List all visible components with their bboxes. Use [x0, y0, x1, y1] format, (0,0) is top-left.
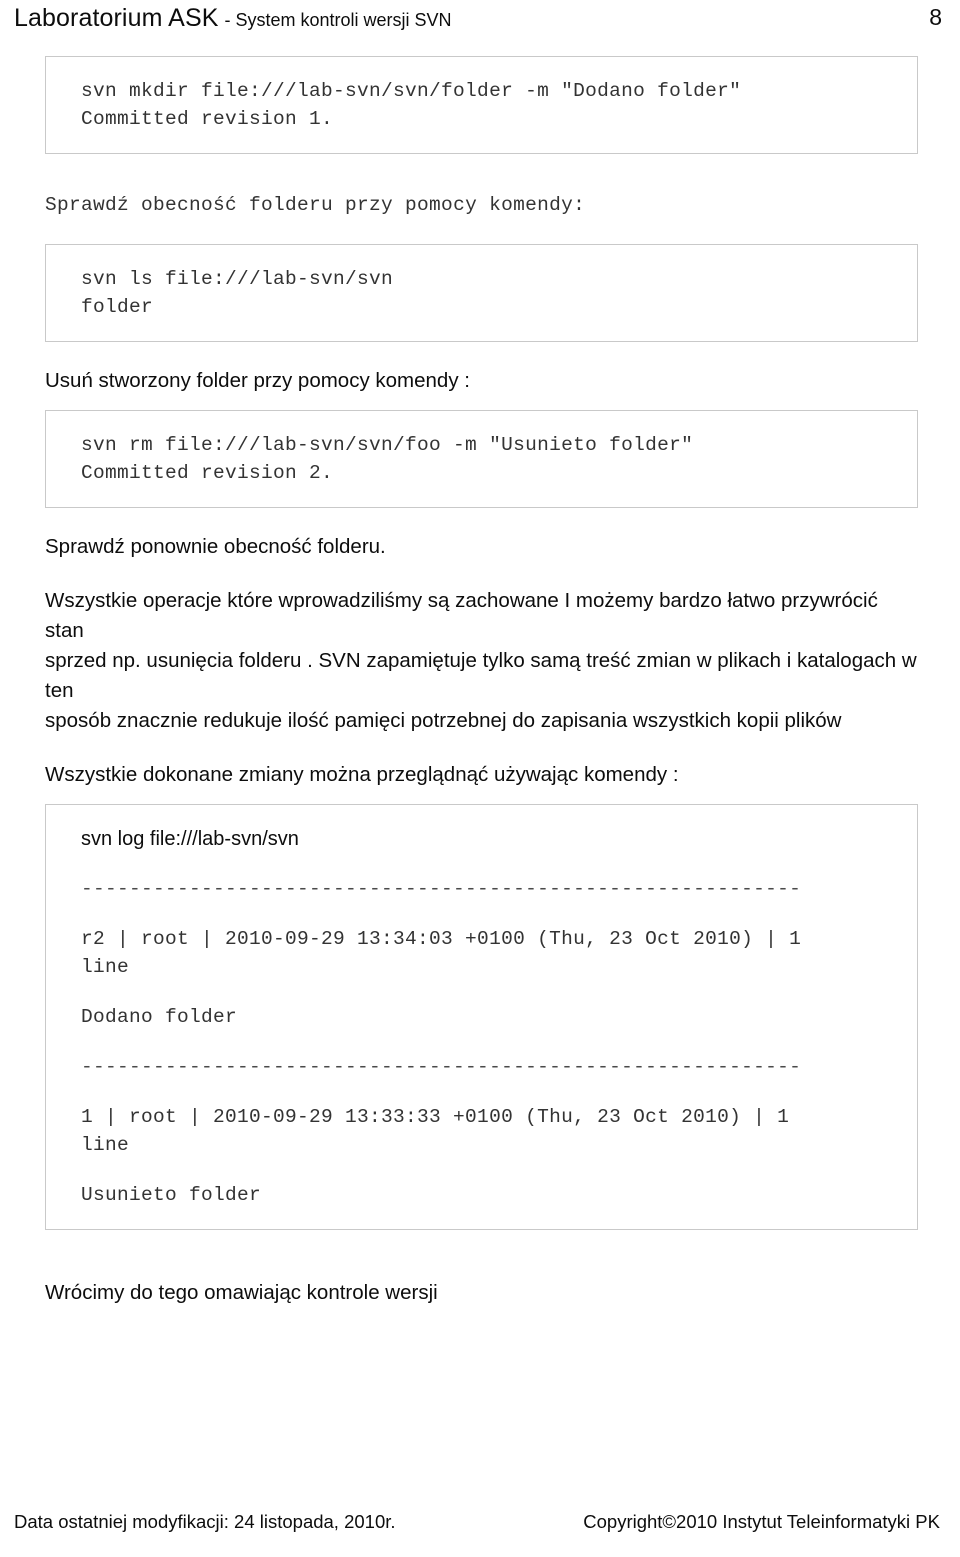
log-entry-message: Usunieto folder: [81, 1184, 262, 1206]
explanation-paragraph: Wszystkie operacje które wprowadziliśmy …: [45, 586, 918, 736]
log-entry-header: r2 | root | 2010-09-29 13:34:03 +0100 (T…: [81, 928, 802, 950]
instruction-view-log: Wszystkie dokonane zmiany można przegląd…: [45, 763, 679, 786]
page-number: 8: [929, 4, 942, 30]
code-line: svn ls file:///lab-svn/svn: [81, 268, 394, 290]
footer-copyright: Copyright©2010 Instytut Teleinformatyki …: [583, 1511, 940, 1532]
code-line: svn mkdir file:///lab-svn/svn/folder -m …: [81, 80, 742, 102]
closing-note: Wrócimy do tego omawiając kontrole wersj…: [45, 1281, 438, 1304]
document-content: svn mkdir file:///lab-svn/svn/folder -m …: [0, 56, 960, 1308]
footer-last-modified: Data ostatniej modyfikacji: 24 listopada…: [14, 1511, 396, 1532]
instruction-check-folder: Sprawdź obecność folderu przy pomocy kom…: [45, 194, 586, 216]
log-separator: ----------------------------------------…: [81, 1056, 802, 1078]
log-entry-header-wrap: line: [81, 956, 130, 978]
code-block-log: svn log file:///lab-svn/svn ------------…: [45, 804, 918, 1230]
explanation-line: sposób znacznie redukuje ilość pamięci p…: [45, 709, 842, 732]
log-entry-header: 1 | root | 2010-09-29 13:33:33 +0100 (Th…: [81, 1106, 790, 1128]
instruction-remove-folder: Usuń stworzony folder przy pomocy komend…: [45, 369, 470, 392]
page-footer: Data ostatniej modyfikacji: 24 listopada…: [0, 1497, 960, 1557]
code-block-rm: svn rm file:///lab-svn/svn/foo -m "Usuni…: [45, 410, 918, 508]
page-title: Laboratorium ASK: [14, 4, 219, 32]
explanation-line: sprzed np. usunięcia folderu . SVN zapam…: [45, 649, 917, 702]
code-line: svn rm file:///lab-svn/svn/foo -m "Usuni…: [81, 434, 694, 456]
header-title-group: Laboratorium ASK - System kontroli wersj…: [14, 4, 452, 33]
page-subtitle: - System kontroli wersji SVN: [224, 10, 452, 30]
instruction-check-again: Sprawdź ponownie obecność folderu.: [45, 535, 386, 558]
code-block-mkdir: svn mkdir file:///lab-svn/svn/folder -m …: [45, 56, 918, 154]
code-line: Committed revision 1.: [81, 108, 334, 130]
log-separator: ----------------------------------------…: [81, 878, 802, 900]
log-entry-message: Dodano folder: [81, 1006, 238, 1028]
log-entry-header-wrap: line: [81, 1134, 130, 1156]
explanation-line: Wszystkie operacje które wprowadziliśmy …: [45, 589, 878, 642]
code-line: svn log file:///lab-svn/svn: [81, 828, 299, 850]
code-line: folder: [81, 296, 154, 318]
code-block-ls: svn ls file:///lab-svn/svn folder: [45, 244, 918, 342]
page-header: Laboratorium ASK - System kontroli wersj…: [0, 0, 960, 40]
code-line: Committed revision 2.: [81, 462, 334, 484]
